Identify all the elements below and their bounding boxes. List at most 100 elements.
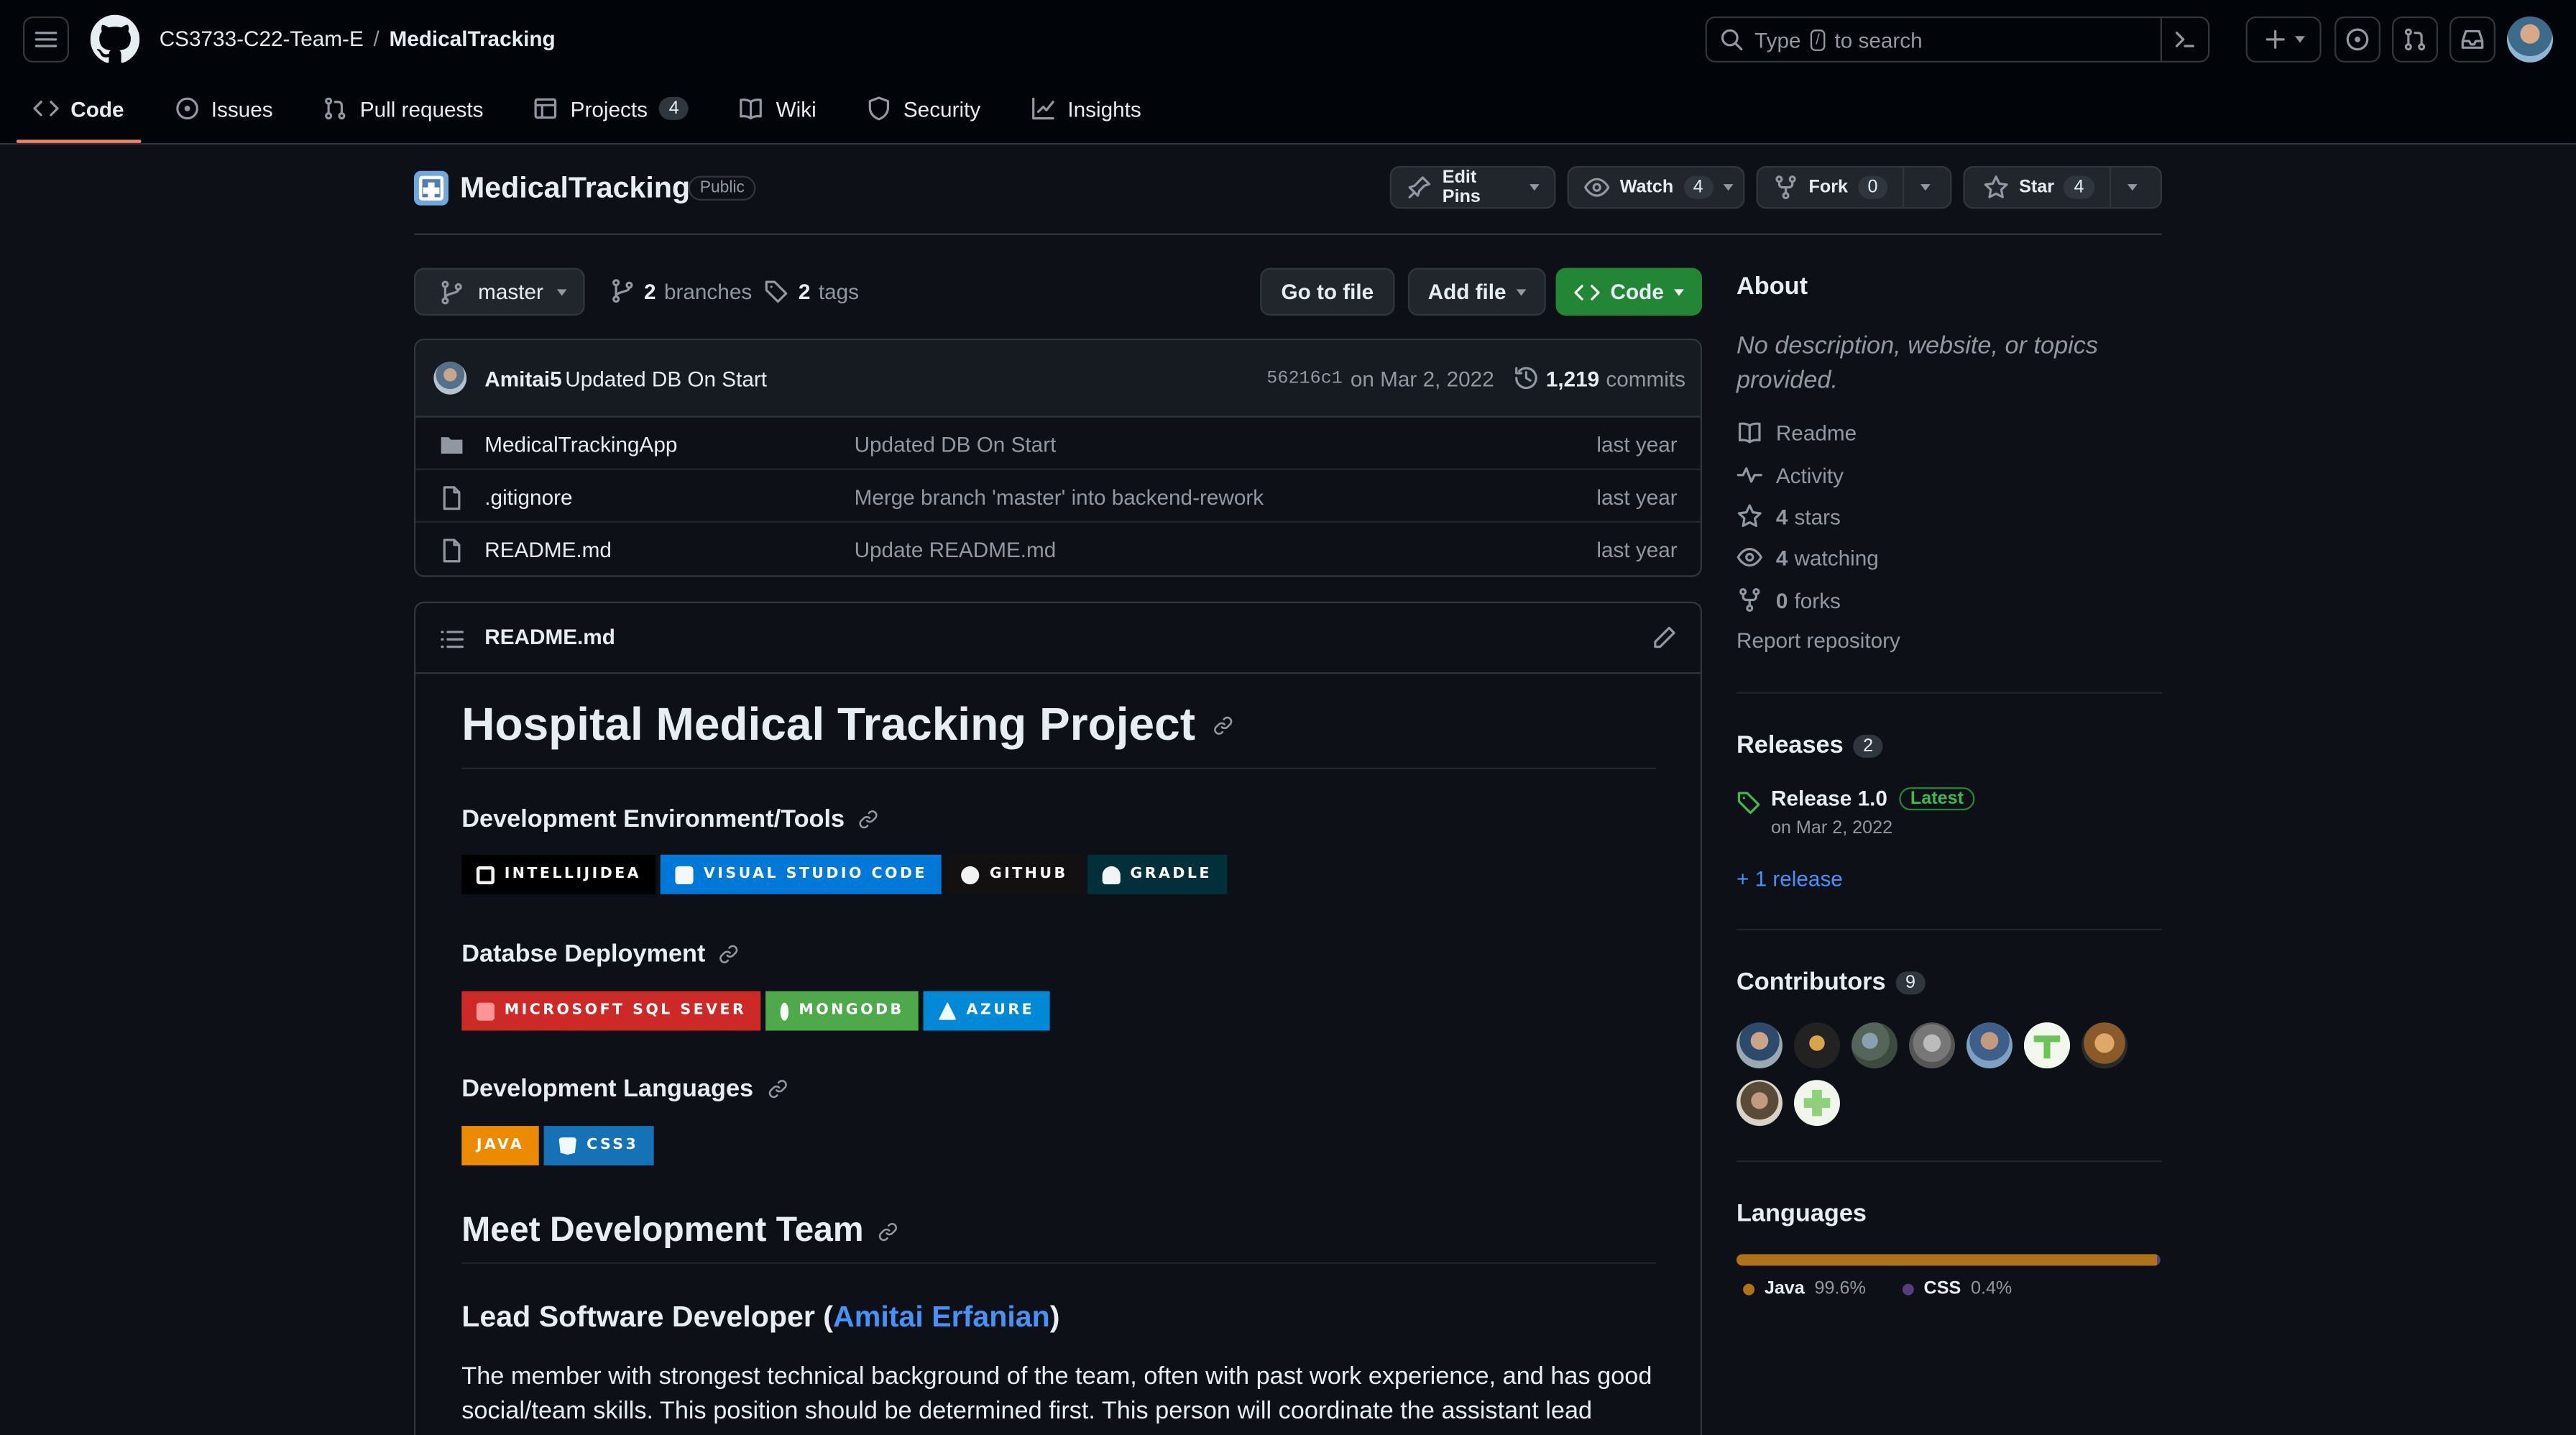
search-input[interactable]: Type / to search xyxy=(1705,16,2210,63)
link-icon[interactable] xyxy=(877,1221,898,1242)
commit-author[interactable]: Amitai5 xyxy=(484,367,561,391)
create-new-button[interactable] xyxy=(2245,16,2322,63)
inbox-button[interactable] xyxy=(2449,16,2496,63)
lead-name-link[interactable]: Amitai Erfanian xyxy=(833,1300,1050,1334)
file-name[interactable]: MedicalTrackingApp xyxy=(484,432,677,457)
file-commit-message[interactable]: Updated DB On Start xyxy=(855,432,1057,457)
commit-message[interactable]: Updated DB On Start xyxy=(565,367,767,391)
file-row[interactable]: MedicalTrackingApp Updated DB On Start l… xyxy=(415,418,1701,470)
user-avatar[interactable] xyxy=(2506,16,2553,63)
repo-title[interactable]: MedicalTracking xyxy=(460,171,690,206)
breadcrumb-owner-link[interactable]: CS3733-C22-Team-E xyxy=(160,27,364,51)
fork-dropdown-button[interactable] xyxy=(1902,168,1949,208)
fork-label: Fork xyxy=(1808,177,1849,198)
tags-link[interactable]: 2 tags xyxy=(764,278,859,304)
terminal-icon xyxy=(2175,32,2195,47)
hamburger-icon xyxy=(34,32,58,47)
badge-azure[interactable]: AZURE xyxy=(924,991,1049,1031)
latest-commit-bar: Amitai5 Updated DB On Start 56216c1 on M… xyxy=(415,340,1701,418)
commit-sha[interactable]: 56216c1 xyxy=(1266,370,1343,389)
tab-code[interactable]: Code xyxy=(16,88,141,143)
breadcrumb-repo-link[interactable]: MedicalTracking xyxy=(389,27,555,51)
readme-link[interactable]: Readme xyxy=(1736,419,1857,446)
file-name[interactable]: .gitignore xyxy=(484,485,572,509)
history-icon xyxy=(1515,367,1537,390)
commits-history-link[interactable]: 1,219 commits xyxy=(1513,365,1685,392)
contributor-avatar[interactable] xyxy=(1966,1022,2012,1069)
releases-heading[interactable]: Releases 2 xyxy=(1736,731,1883,759)
latest-release[interactable]: Release 1.0 Latest xyxy=(1771,786,1975,810)
readme-link-label: Readme xyxy=(1775,420,1857,445)
pull-requests-button[interactable] xyxy=(2391,16,2438,63)
code-button[interactable]: Code xyxy=(1555,267,1702,316)
menu-button[interactable] xyxy=(22,16,69,63)
branch-selector[interactable]: master xyxy=(413,267,585,316)
star-dropdown-button[interactable] xyxy=(2108,168,2155,208)
tab-security[interactable]: Security xyxy=(849,88,997,128)
add-file-button[interactable]: Add file xyxy=(1407,267,1546,316)
link-icon[interactable] xyxy=(766,1078,788,1100)
badge-mssql[interactable]: MICROSOFT SQL SEVER xyxy=(461,991,761,1031)
report-repository-link[interactable]: Report repository xyxy=(1736,628,1900,652)
watching-link[interactable]: 4 watching xyxy=(1736,544,1879,571)
more-releases-link[interactable]: + 1 release xyxy=(1736,866,1843,891)
github-logo-icon[interactable] xyxy=(90,14,140,65)
branches-link[interactable]: 2 branches xyxy=(610,278,752,304)
edit-pins-button[interactable]: Edit Pins xyxy=(1389,165,1556,209)
tab-pull-requests[interactable]: Pull requests xyxy=(305,88,500,128)
badge-css3[interactable]: CSS3 xyxy=(543,1126,653,1165)
git-pull-request-icon xyxy=(2404,28,2426,51)
file-name[interactable]: README.md xyxy=(484,538,612,562)
badge-java[interactable]: JAVA xyxy=(461,1126,539,1165)
contributor-avatar[interactable] xyxy=(2023,1022,2070,1069)
contributor-avatar[interactable] xyxy=(1851,1022,1898,1069)
lead-description: The member with strongest technical back… xyxy=(461,1362,1652,1435)
star-button[interactable]: Star 4 xyxy=(1965,168,2109,207)
contributor-avatar[interactable] xyxy=(1736,1080,1782,1127)
contributors-heading[interactable]: Contributors 9 xyxy=(1736,968,1926,996)
command-palette-button[interactable] xyxy=(2160,18,2208,61)
language-name: Java xyxy=(1764,1278,1805,1299)
go-to-file-button[interactable]: Go to file xyxy=(1260,267,1395,316)
contributor-avatar[interactable] xyxy=(1793,1022,1840,1069)
commit-author-avatar[interactable] xyxy=(433,361,467,395)
badge-vscode[interactable]: VISUAL STUDIO CODE xyxy=(661,854,942,894)
badge-mongodb[interactable]: MONGODB xyxy=(765,991,919,1031)
readme-panel: README.md Hospital Medical Tracking Proj… xyxy=(413,601,1702,1435)
badge-intellij[interactable]: INTELLIJIDEA xyxy=(461,854,656,894)
link-icon[interactable] xyxy=(719,943,740,965)
pencil-icon[interactable] xyxy=(1651,625,1678,651)
issues-button[interactable] xyxy=(2334,16,2380,63)
star-label: Star xyxy=(2019,177,2055,198)
file-commit-message[interactable]: Merge branch 'master' into backend-rewor… xyxy=(855,485,1264,509)
tab-projects[interactable]: Projects 4 xyxy=(516,88,705,128)
section-title: Development Environment/Tools xyxy=(461,805,845,834)
sidebar-divider xyxy=(1736,692,2162,694)
code-button-label: Code xyxy=(1610,279,1664,304)
file-row[interactable]: .gitignore Merge branch 'master' into ba… xyxy=(415,470,1701,523)
activity-link[interactable]: Activity xyxy=(1736,462,1844,488)
language-css[interactable]: CSS 0.4% xyxy=(1902,1279,2012,1298)
tab-wiki[interactable]: Wiki xyxy=(722,88,832,128)
fork-button[interactable]: Fork 0 xyxy=(1758,168,1903,207)
stars-link[interactable]: 4 stars xyxy=(1736,503,1841,530)
contributor-avatar[interactable] xyxy=(1908,1022,1955,1069)
contributor-avatar[interactable] xyxy=(2081,1022,2128,1069)
link-icon[interactable] xyxy=(857,809,879,830)
tab-insights[interactable]: Insights xyxy=(1013,88,1158,128)
list-unordered-icon[interactable] xyxy=(438,626,465,653)
forks-link[interactable]: 0 forks xyxy=(1736,587,1841,613)
branches-count: 2 xyxy=(643,278,656,303)
link-icon[interactable] xyxy=(1212,714,1233,735)
chevron-down-icon xyxy=(2295,36,2305,43)
language-java[interactable]: Java 99.6% xyxy=(1743,1279,1866,1298)
file-commit-message[interactable]: Update README.md xyxy=(855,538,1057,562)
badge-gradle[interactable]: GRADLE xyxy=(1087,854,1227,894)
tab-issues[interactable]: Issues xyxy=(157,88,289,128)
badge-github[interactable]: GITHUB xyxy=(947,854,1083,894)
contributor-avatar[interactable] xyxy=(1793,1080,1840,1127)
contributor-avatar[interactable] xyxy=(1736,1022,1782,1069)
watch-button[interactable]: Watch 4 xyxy=(1567,165,1745,209)
search-shortcut-key: / xyxy=(1811,29,1825,50)
file-row[interactable]: README.md Update README.md last year xyxy=(415,523,1700,575)
